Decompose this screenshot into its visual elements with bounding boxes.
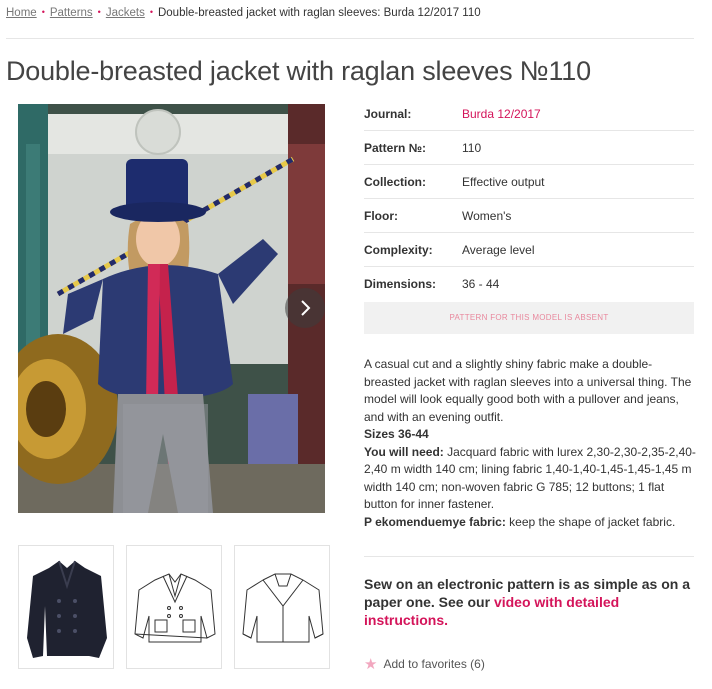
spec-label: Journal: — [364, 106, 412, 121]
spec-row-dimensions: Dimensions: 36 - 44 — [364, 267, 694, 301]
chevron-right-icon — [301, 300, 311, 316]
sizes-heading: Sizes 36-44 — [364, 427, 429, 441]
main-photo[interactable] — [18, 104, 325, 513]
thumbnail-back-sketch[interactable] — [234, 545, 330, 669]
breadcrumb: Home • Patterns • Jackets • Double-breasted ja… — [6, 7, 481, 19]
spec-label: Floor: — [364, 208, 398, 223]
page-title: Double-breasted jacket with raglan sleev… — [6, 56, 591, 86]
journal-link[interactable]: Burda 12/2017 — [462, 107, 541, 121]
spec-row-complexity: Complexity: Average level — [364, 233, 694, 267]
breadcrumb-separator: • — [97, 7, 101, 17]
spec-row-collection: Collection: Effective output — [364, 165, 694, 199]
spec-row-journal: Journal: Burda 12/2017 — [364, 97, 694, 131]
thumbnail-jacket-photo[interactable] — [18, 545, 114, 669]
breadcrumb-home[interactable]: Home — [6, 7, 37, 19]
spec-value: Effective output — [462, 174, 545, 189]
breadcrumb-patterns[interactable]: Patterns — [50, 7, 93, 19]
spec-label: Pattern №: — [364, 140, 427, 155]
fabric-label: P ekomenduemye fabric: — [364, 514, 506, 529]
fabric-text: keep the shape of jacket fabric. — [505, 514, 676, 529]
add-to-favorites-button[interactable]: ★ Add to favorites (6) — [364, 655, 485, 673]
divider — [364, 556, 694, 557]
spec-value: Average level — [462, 242, 535, 257]
spec-label: Collection: — [364, 174, 426, 189]
star-icon: ★ — [364, 656, 378, 673]
pattern-absent-notice: PATTERN FOR THIS MODEL IS ABSENT — [364, 302, 694, 334]
spec-label: Complexity: — [364, 242, 433, 257]
breadcrumb-separator: • — [149, 7, 153, 17]
spec-value: Women's — [462, 208, 512, 223]
divider — [6, 38, 694, 39]
materials-label: You will need: — [364, 444, 444, 459]
spec-row-pattern-number: Pattern №: 110 — [364, 131, 694, 165]
description: A casual cut and a slightly shiny fabric… — [364, 356, 696, 531]
spec-row-floor: Floor: Women's — [364, 199, 694, 233]
pattern-specs: Journal: Burda 12/2017 Pattern №: 110 Co… — [364, 97, 694, 301]
breadcrumb-jackets[interactable]: Jackets — [106, 7, 145, 19]
fabric-paragraph: P ekomenduemye fabric: keep the shape of… — [364, 514, 696, 532]
spec-value: 110 — [462, 140, 482, 155]
thumbnail-front-sketch[interactable] — [126, 545, 222, 669]
spec-value: 36 - 44 — [462, 277, 500, 291]
spec-label: Dimensions: — [364, 277, 437, 291]
promo-text: Sew on an electronic pattern is as simpl… — [364, 575, 700, 629]
favorites-label: Add to favorites (6) — [383, 657, 485, 671]
description-intro: A casual cut and a slightly shiny fabric… — [364, 357, 692, 424]
breadcrumb-separator: • — [41, 7, 45, 17]
breadcrumb-current: Double-breasted jacket with raglan sleev… — [157, 7, 481, 19]
materials-paragraph: You will need: Jacquard fabric with lure… — [364, 444, 696, 514]
slider-next-button[interactable] — [285, 288, 325, 328]
